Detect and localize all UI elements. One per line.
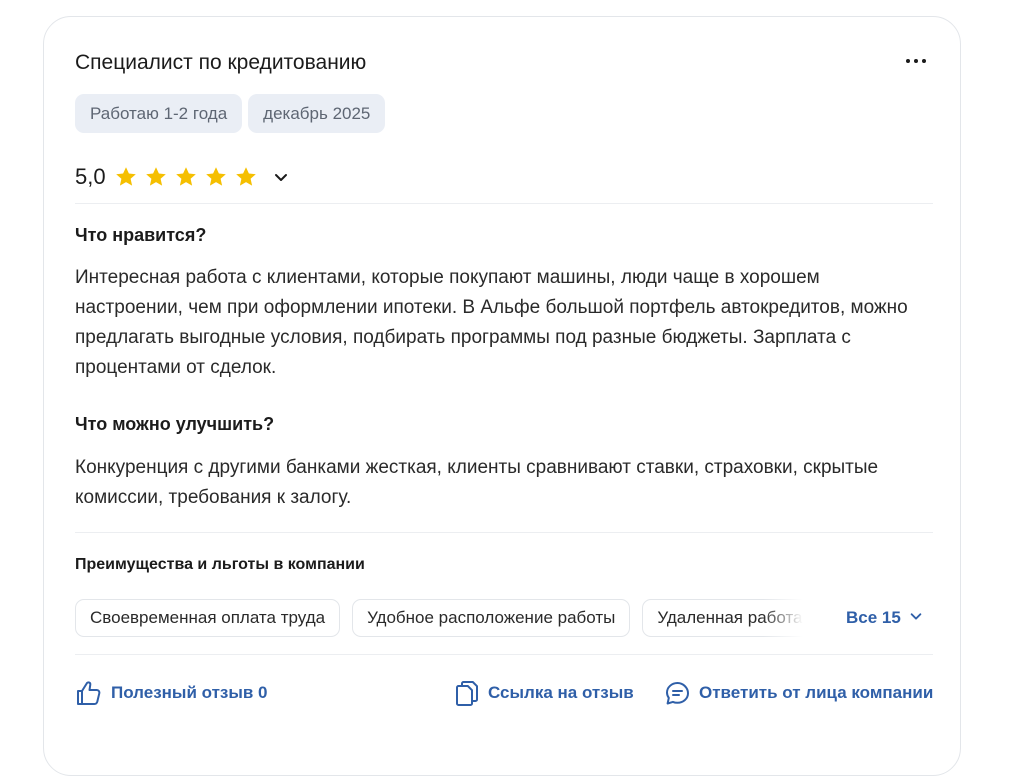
star-icon (174, 165, 198, 189)
star-icon (234, 165, 258, 189)
useful-review-button[interactable]: Полезный отзыв 0 (75, 678, 268, 708)
benefits-list: Своевременная оплата труда Удобное распо… (75, 599, 803, 637)
reply-as-company-label: Ответить от лица компании (699, 683, 934, 702)
benefits-row: Своевременная оплата труда Удобное распо… (75, 599, 933, 637)
show-all-label: Все 15 (846, 608, 901, 627)
copy-icon (454, 679, 480, 707)
divider (75, 532, 933, 533)
rating-value: 5,0 (75, 164, 106, 189)
review-card: Специалист по кредитованию Работаю 1-2 г… (43, 16, 961, 776)
useful-review-label: Полезный отзыв 0 (111, 683, 268, 702)
reply-as-company-button[interactable]: Ответить от лица компании (664, 678, 933, 708)
chat-bubble-icon (664, 680, 691, 707)
star-icon (144, 165, 168, 189)
divider (75, 654, 933, 655)
star-icon (114, 165, 138, 189)
benefit-chip: Своевременная оплата труда (75, 599, 341, 637)
thumbs-up-icon (75, 679, 103, 707)
review-title: Специалист по кредитованию (75, 51, 367, 74)
likes-title: Что нравится? (75, 225, 207, 245)
copy-review-link-label: Ссылка на отзыв (488, 683, 634, 702)
tag-work-duration: Работаю 1-2 года (75, 94, 243, 133)
rating-stars (114, 165, 258, 189)
more-options-icon[interactable] (901, 49, 931, 73)
show-all-benefits-button[interactable]: Все 15 (846, 599, 923, 637)
rating-row: 5,0 (75, 163, 290, 191)
copy-review-link-button[interactable]: Ссылка на отзыв (454, 678, 634, 708)
benefit-chip: Удобное расположение работы (352, 599, 631, 637)
improve-title: Что можно улучшить? (75, 414, 275, 434)
chevron-down-icon (909, 608, 923, 628)
benefits-title: Преимущества и льготы в компании (75, 556, 365, 573)
divider (75, 203, 933, 204)
chevron-down-icon[interactable] (272, 168, 290, 186)
star-icon (204, 165, 228, 189)
review-actions: Полезный отзыв 0 Ссылка на отзыв Ответит… (75, 678, 933, 708)
tag-review-date: декабрь 2025 (248, 94, 386, 133)
likes-text: Интересная работа с клиентами, которые п… (75, 267, 908, 378)
review-tags: Работаю 1-2 года декабрь 2025 (75, 94, 386, 133)
improve-text: Конкуренция с другими банками жесткая, к… (75, 457, 879, 508)
benefit-chip: Удаленная работа (642, 599, 803, 637)
